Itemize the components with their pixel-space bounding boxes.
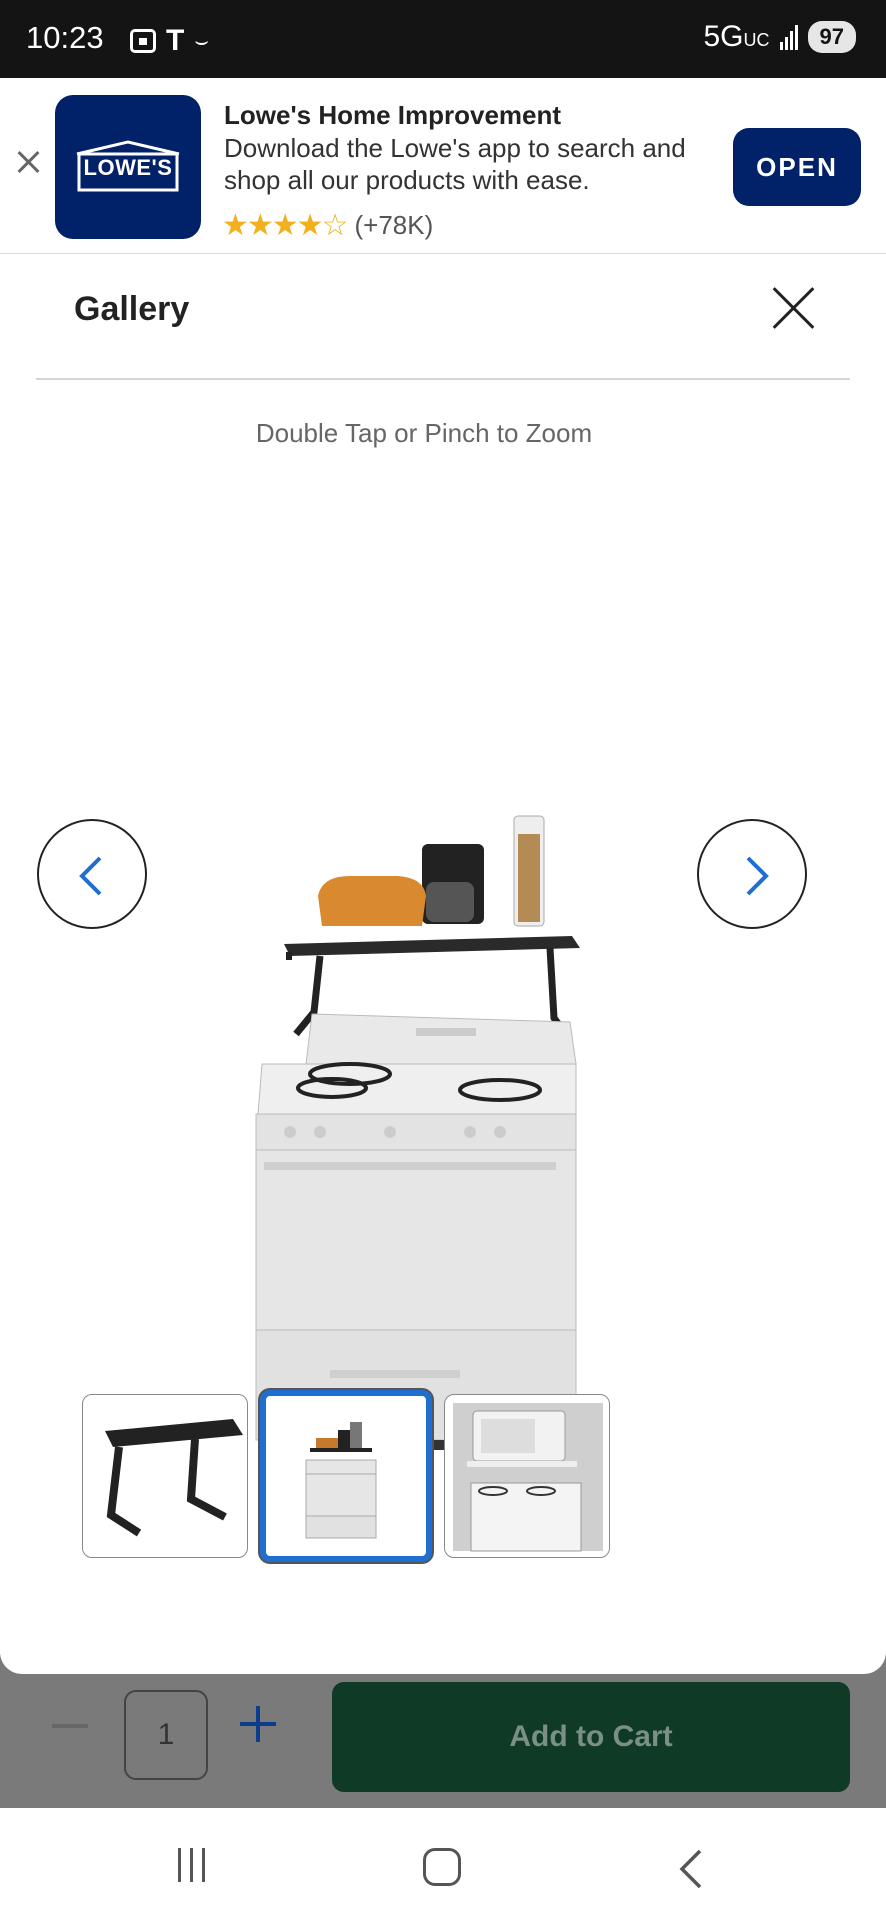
- carrier-t-icon: T: [166, 24, 185, 57]
- thumbnail-2[interactable]: [260, 1390, 432, 1562]
- purchase-bar: 1 Add to Cart: [0, 1654, 886, 1808]
- signal-icon: [779, 24, 798, 50]
- close-gallery-icon[interactable]: [770, 284, 818, 332]
- thumbnail-3[interactable]: [444, 1394, 610, 1558]
- rating-count: (+78K): [354, 210, 434, 240]
- thumbnail-1[interactable]: [82, 1394, 248, 1558]
- status-right: 5GUC 97: [703, 20, 856, 54]
- chevron-right-icon: [746, 856, 769, 896]
- battery-indicator: 97: [807, 21, 856, 53]
- status-notification-icons: T ⌣: [130, 24, 209, 58]
- product-image[interactable]: [230, 544, 610, 1504]
- banner-close-icon[interactable]: [16, 150, 40, 174]
- star-rating-icon: ★★★★☆: [222, 209, 348, 242]
- decrease-quantity-button[interactable]: [52, 1724, 88, 1728]
- increase-quantity-button[interactable]: [240, 1706, 276, 1742]
- range-with-shelf-thumbnail: [305, 1422, 377, 1539]
- app-install-banner: LOWE'S Lowe's Home Improvement Download …: [0, 78, 886, 254]
- quantity-input[interactable]: 1: [124, 1690, 208, 1780]
- banner-rating: ★★★★☆ (+78K): [222, 208, 433, 243]
- gallery-title: Gallery: [74, 290, 190, 328]
- microwave-on-shelf-thumbnail: [453, 1403, 603, 1552]
- screen: 10:23 T ⌣ 5GUC 97 LOWE'S Lowe's Home Imp…: [0, 0, 886, 1920]
- home-icon[interactable]: [423, 1848, 461, 1886]
- shelf-only-thumbnail: [105, 1419, 243, 1537]
- status-bar: 10:23 T ⌣ 5GUC 97: [0, 0, 886, 78]
- banner-description: Download the Lowe's app to search and sh…: [224, 133, 686, 195]
- banner-app-title: Lowe's Home Improvement: [224, 100, 562, 130]
- screenshot-icon: [130, 29, 156, 53]
- add-to-cart-button[interactable]: Add to Cart: [332, 1682, 850, 1792]
- chevron-left-icon: [79, 856, 102, 896]
- network-type: 5GUC: [703, 20, 770, 53]
- logo-text: LOWE'S: [83, 155, 173, 180]
- recent-apps-icon[interactable]: [178, 1848, 205, 1882]
- gallery-divider: [36, 378, 850, 380]
- gallery-modal: Gallery Double Tap or Pinch to Zoom: [0, 254, 886, 1674]
- previous-image-button[interactable]: [37, 819, 147, 929]
- zoom-hint: Double Tap or Pinch to Zoom: [255, 418, 593, 448]
- open-app-button[interactable]: OPEN: [733, 128, 861, 206]
- status-time: 10:23: [26, 20, 104, 55]
- next-image-button[interactable]: [697, 819, 807, 929]
- system-nav-bar: [0, 1808, 886, 1920]
- thumbnail-strip: [82, 1390, 610, 1562]
- amazon-icon: ⌣: [194, 28, 209, 53]
- back-icon[interactable]: [676, 1848, 706, 1890]
- lowes-logo: LOWE'S: [55, 95, 201, 239]
